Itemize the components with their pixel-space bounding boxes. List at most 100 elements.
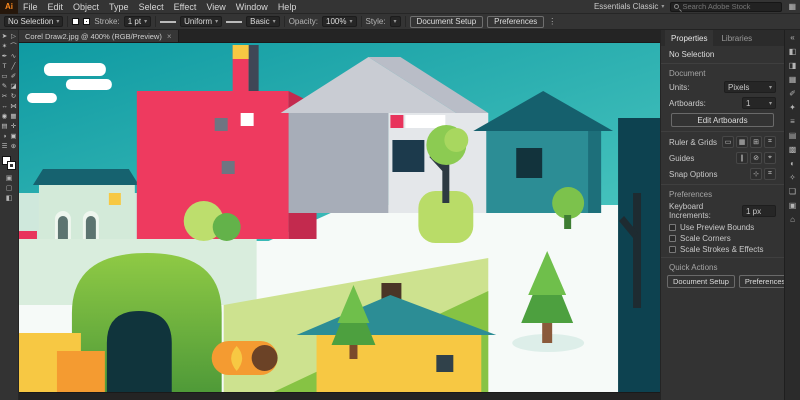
- stroke-color-icon[interactable]: [83, 18, 90, 25]
- preferences-button[interactable]: Preferences: [487, 16, 544, 28]
- menu-effect[interactable]: Effect: [169, 0, 202, 13]
- width-tool[interactable]: ⋈: [9, 102, 18, 112]
- appearance-icon[interactable]: ◐: [787, 158, 799, 169]
- stroke-panel-icon[interactable]: ≡: [787, 116, 799, 127]
- edit-artboards-button[interactable]: Edit Artboards: [671, 113, 774, 127]
- lock-guides-icon[interactable]: ⊘: [750, 152, 762, 164]
- snap-to-pixel-icon[interactable]: ⌗: [764, 168, 776, 180]
- scale-corners-checkbox[interactable]: [669, 235, 676, 242]
- smart-guides-icon[interactable]: ⌖: [764, 152, 776, 164]
- style-dropdown[interactable]: ▾: [390, 16, 401, 27]
- stock-search[interactable]: [670, 2, 782, 12]
- more-options-icon[interactable]: ⋮: [548, 17, 556, 26]
- layers-icon[interactable]: ❏: [787, 186, 799, 197]
- lasso-tool[interactable]: ⌒: [9, 42, 18, 52]
- rotate-tool[interactable]: ↻: [9, 92, 18, 102]
- symbols-icon[interactable]: ✦: [787, 102, 799, 113]
- quick-actions-title: Quick Actions: [661, 260, 784, 273]
- snap-grid-icon[interactable]: ⊞: [750, 136, 762, 148]
- variable-width-dropdown[interactable]: Uniform ▾: [180, 16, 222, 27]
- type-tool[interactable]: T: [0, 62, 9, 72]
- workspace-grid-icon[interactable]: ▦: [788, 2, 796, 11]
- menu-window[interactable]: Window: [231, 0, 273, 13]
- canvas[interactable]: [19, 43, 660, 392]
- panel-dock: « ◧ ◨ ▦ ✐ ✦ ≡ ▤ ▩ ◐ ✧ ❏: [784, 30, 800, 400]
- graphic-styles-icon[interactable]: ✧: [787, 172, 799, 183]
- document-setup-button[interactable]: Document Setup: [410, 16, 484, 28]
- stroke-swatch[interactable]: [7, 161, 16, 170]
- menu-edit[interactable]: Edit: [43, 0, 69, 13]
- blend-tool[interactable]: ◑: [0, 132, 9, 142]
- divider: [661, 257, 784, 258]
- magic-wand-tool[interactable]: ✶: [0, 42, 9, 52]
- artboard-tool[interactable]: ▣: [9, 132, 18, 142]
- swatches-icon[interactable]: ▦: [787, 74, 799, 85]
- brushes-icon[interactable]: ✐: [787, 88, 799, 99]
- menu-select[interactable]: Select: [134, 0, 169, 13]
- line-segment-tool[interactable]: ╱: [9, 62, 18, 72]
- pencil-tool[interactable]: ✎: [0, 82, 9, 92]
- units-dropdown[interactable]: Pixels ▾: [724, 81, 776, 93]
- fill-color-icon[interactable]: [72, 18, 79, 25]
- shape-builder-tool[interactable]: ◉: [0, 112, 9, 122]
- fill-stroke-control[interactable]: [2, 156, 16, 170]
- keyboard-increments-input[interactable]: 1 px: [742, 205, 776, 217]
- scale-strokes-effects-checkbox[interactable]: [669, 246, 676, 253]
- menu-view[interactable]: View: [201, 0, 230, 13]
- scissors-tool[interactable]: ✂: [0, 92, 9, 102]
- document-tab[interactable]: Corel Draw2.jpg @ 400% (RGB/Preview) ×: [19, 30, 179, 42]
- zoom-tool[interactable]: ⊕: [9, 142, 18, 152]
- artboards-dropdown[interactable]: 1 ▾: [742, 97, 776, 109]
- artwork[interactable]: [19, 43, 660, 392]
- gradient-panel-icon[interactable]: ▤: [787, 130, 799, 141]
- show-guides-icon[interactable]: ∥: [736, 152, 748, 164]
- draw-behind-icon[interactable]: ▢: [6, 184, 13, 192]
- hand-tool[interactable]: ☰: [0, 142, 9, 152]
- quick-action-document-setup[interactable]: Document Setup: [667, 275, 735, 288]
- quick-action-preferences[interactable]: Preferences: [739, 275, 784, 288]
- show-rulers-icon[interactable]: ▭: [722, 136, 734, 148]
- snap-to-point-icon[interactable]: ⊹: [750, 168, 762, 180]
- transparency-icon[interactable]: ▩: [787, 144, 799, 155]
- artboards-icon[interactable]: ▣: [787, 200, 799, 211]
- eraser-tool[interactable]: ◪: [9, 82, 18, 92]
- libraries-panel-icon[interactable]: ⌂: [787, 214, 799, 225]
- screen-mode-icon[interactable]: ◧: [6, 194, 13, 202]
- menu-type[interactable]: Type: [104, 0, 134, 13]
- collapse-panels-icon[interactable]: «: [787, 32, 799, 43]
- selection-tool[interactable]: ➤: [0, 32, 9, 42]
- mesh-tool[interactable]: ▦: [9, 112, 18, 122]
- tab-properties[interactable]: Properties: [665, 30, 713, 46]
- color-panel-icon[interactable]: ◧: [787, 46, 799, 57]
- app-logo[interactable]: Ai: [0, 0, 18, 14]
- selection-dropdown[interactable]: No Selection ▾: [4, 16, 63, 27]
- workspace-switcher[interactable]: Essentials Classic ▾: [594, 2, 664, 11]
- menu-help[interactable]: Help: [273, 0, 302, 13]
- color-guide-icon[interactable]: ◨: [787, 60, 799, 71]
- menu-file[interactable]: File: [18, 0, 43, 13]
- scale-tool[interactable]: ↔: [0, 102, 9, 112]
- show-grid-icon[interactable]: ▦: [736, 136, 748, 148]
- menu-object[interactable]: Object: [68, 0, 104, 13]
- ruler-grids-label: Ruler & Grids: [669, 138, 717, 147]
- close-icon[interactable]: ×: [167, 32, 172, 41]
- chevron-down-icon: ▾: [350, 18, 353, 25]
- use-preview-bounds-checkbox[interactable]: [669, 224, 676, 231]
- rectangle-tool[interactable]: ▭: [0, 72, 9, 82]
- direct-selection-tool[interactable]: ▷: [9, 32, 18, 42]
- gradient-tool[interactable]: ▤: [0, 122, 9, 132]
- opacity-dropdown[interactable]: 100% ▾: [322, 16, 356, 27]
- eyedropper-tool[interactable]: ✛: [9, 122, 18, 132]
- curvature-tool[interactable]: ∿: [9, 52, 18, 62]
- stroke-weight-dropdown[interactable]: 1 pt ▾: [124, 16, 151, 27]
- tab-libraries[interactable]: Libraries: [715, 30, 758, 46]
- brush-dropdown[interactable]: Basic ▾: [246, 16, 280, 27]
- pixel-grid-icon[interactable]: ⌗: [764, 136, 776, 148]
- log[interactable]: [212, 341, 278, 375]
- paintbrush-tool[interactable]: ✐: [9, 72, 18, 82]
- pen-tool[interactable]: ✒: [0, 52, 9, 62]
- dark-building[interactable]: [618, 118, 660, 392]
- document-tab-bar: Corel Draw2.jpg @ 400% (RGB/Preview) ×: [19, 30, 660, 43]
- search-input[interactable]: [682, 2, 778, 11]
- draw-normal-icon[interactable]: ▣: [6, 174, 13, 182]
